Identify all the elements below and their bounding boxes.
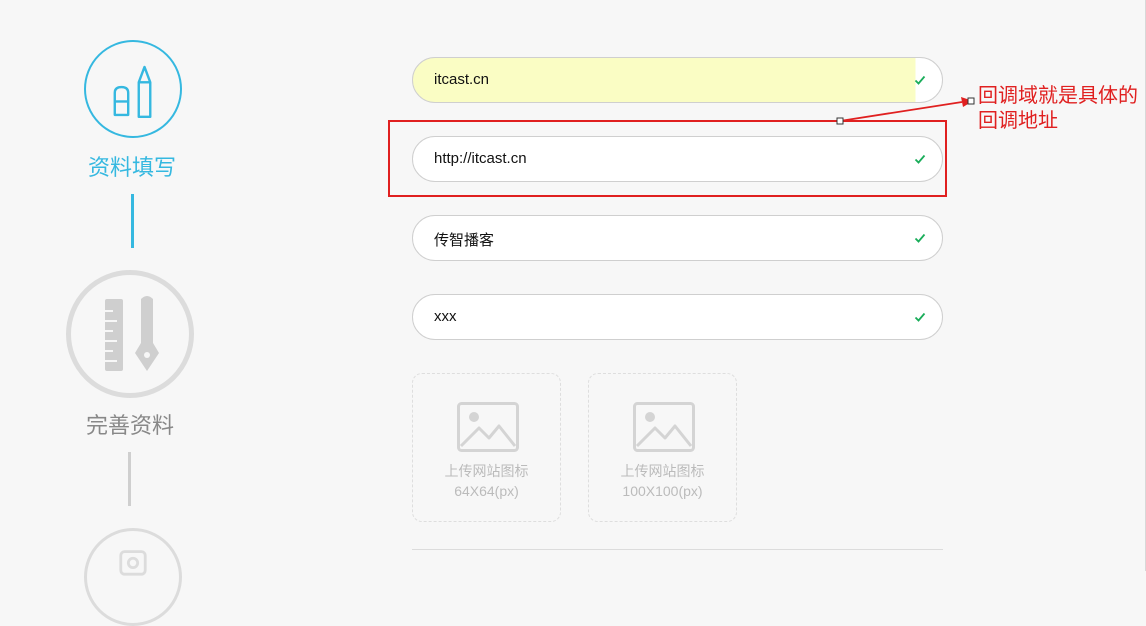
image-placeholder-icon	[633, 402, 695, 452]
domain-input-value: itcast.cn	[434, 71, 490, 88]
upload-size-label: 100X100(px)	[622, 483, 703, 499]
step-one-circle	[84, 40, 182, 138]
description-input[interactable]: xxx	[412, 294, 943, 340]
check-icon	[914, 312, 926, 322]
upload-label: 上传网站图标	[444, 463, 529, 479]
step-three-circle	[84, 528, 182, 626]
annotation-highlight-box	[388, 120, 947, 197]
description-input-value: xxx	[434, 308, 457, 325]
step-three-icon	[119, 550, 147, 576]
step-two-label: 完善资料	[85, 413, 174, 438]
upload-icon-64-button[interactable]: 上传网站图标 64X64(px)	[412, 373, 561, 522]
upload-size-label: 64X64(px)	[454, 483, 519, 499]
annotation-text: 回调域就是具体的回调地址	[978, 85, 1138, 132]
check-icon	[914, 233, 926, 243]
check-icon	[914, 75, 926, 85]
ruler-pen-icon	[105, 296, 159, 371]
form-divider	[412, 549, 943, 550]
upload-icon-100-button[interactable]: 上传网站图标 100X100(px)	[588, 373, 737, 522]
domain-input[interactable]: itcast.cn	[412, 57, 943, 103]
image-placeholder-icon	[457, 402, 519, 452]
upload-label: 上传网站图标	[620, 463, 705, 479]
step-connector	[131, 194, 134, 248]
pen-eraser-icon	[113, 65, 152, 119]
step-two-circle	[66, 270, 194, 398]
step-one-label: 资料填写	[87, 155, 176, 180]
site-name-input[interactable]: 传智播客	[412, 215, 943, 261]
site-name-input-value: 传智播客	[434, 232, 495, 249]
step-connector	[128, 452, 131, 506]
